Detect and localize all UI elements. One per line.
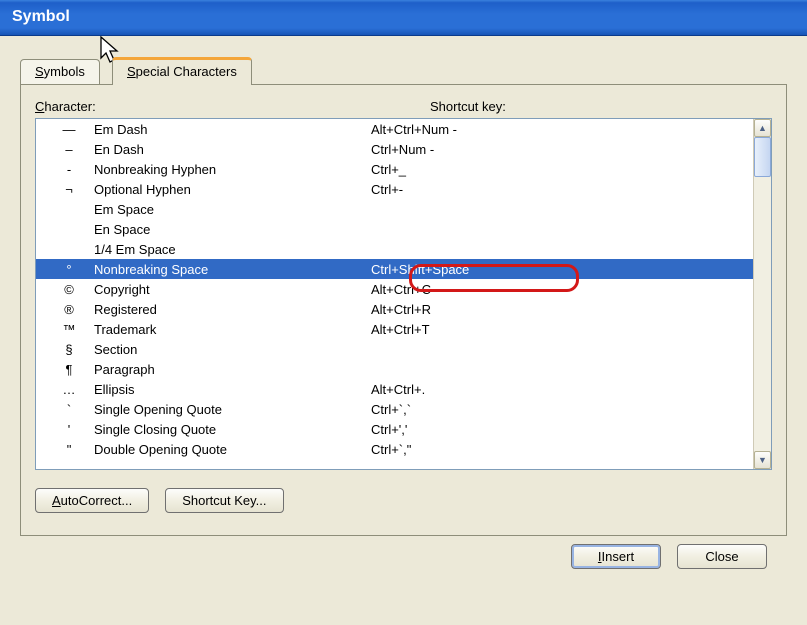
scroll-thumb[interactable] bbox=[754, 137, 771, 177]
window-title: Symbol bbox=[12, 8, 70, 25]
symbol-glyph: ¶ bbox=[44, 362, 94, 377]
symbol-name: En Dash bbox=[94, 142, 371, 157]
header-character: Character: bbox=[35, 99, 430, 114]
symbol-glyph: - bbox=[44, 162, 94, 177]
tab-panel: Character: Shortcut key: —Em DashAlt+Ctr… bbox=[20, 84, 787, 536]
list-item[interactable]: ¬Optional HyphenCtrl+- bbox=[36, 179, 753, 199]
symbol-glyph: § bbox=[44, 342, 94, 357]
list-item[interactable]: "Double Opening QuoteCtrl+`," bbox=[36, 439, 753, 459]
symbol-name: Double Opening Quote bbox=[94, 442, 371, 457]
list-item[interactable]: En Space bbox=[36, 219, 753, 239]
close-button[interactable]: Close bbox=[677, 544, 767, 569]
symbol-name: Copyright bbox=[94, 282, 371, 297]
symbol-name: Single Opening Quote bbox=[94, 402, 371, 417]
shortcut-key: Alt+Ctrl+C bbox=[371, 282, 753, 297]
list-item[interactable]: Em Space bbox=[36, 199, 753, 219]
list-item[interactable]: 1/4 Em Space bbox=[36, 239, 753, 259]
tab-special-characters[interactable]: Special Characters bbox=[112, 57, 252, 85]
list-item[interactable]: -Nonbreaking HyphenCtrl+_ bbox=[36, 159, 753, 179]
symbol-name: Em Space bbox=[94, 202, 371, 217]
scroll-track[interactable] bbox=[754, 177, 771, 451]
shortcut-key: Ctrl+- bbox=[371, 182, 753, 197]
list-item[interactable]: ©CopyrightAlt+Ctrl+C bbox=[36, 279, 753, 299]
symbol-glyph: — bbox=[44, 122, 94, 137]
header-shortcut: Shortcut key: bbox=[430, 99, 506, 114]
list-item[interactable]: `Single Opening QuoteCtrl+`,` bbox=[36, 399, 753, 419]
shortcut-key: Alt+Ctrl+Num - bbox=[371, 122, 753, 137]
symbol-name: Single Closing Quote bbox=[94, 422, 371, 437]
symbol-glyph: ™ bbox=[44, 322, 94, 337]
list-item[interactable]: ™TrademarkAlt+Ctrl+T bbox=[36, 319, 753, 339]
tab-strip: Symbols Special Characters bbox=[20, 56, 787, 84]
list-item[interactable]: 'Single Closing QuoteCtrl+',' bbox=[36, 419, 753, 439]
titlebar: Symbol bbox=[0, 0, 807, 36]
scrollbar[interactable]: ▲ ▼ bbox=[753, 119, 771, 469]
scroll-up-button[interactable]: ▲ bbox=[754, 119, 771, 137]
symbol-glyph: ° bbox=[44, 262, 94, 277]
symbol-glyph: " bbox=[44, 442, 94, 457]
shortcut-key: Alt+Ctrl+T bbox=[371, 322, 753, 337]
list-item[interactable]: —Em DashAlt+Ctrl+Num - bbox=[36, 119, 753, 139]
list-item[interactable]: –En DashCtrl+Num - bbox=[36, 139, 753, 159]
shortcut-key: Ctrl+`," bbox=[371, 442, 753, 457]
shortcut-key: Ctrl+Num - bbox=[371, 142, 753, 157]
symbol-name: 1/4 Em Space bbox=[94, 242, 371, 257]
list-item[interactable]: °Nonbreaking SpaceCtrl+Shift+Space bbox=[36, 259, 753, 279]
symbol-glyph: ¬ bbox=[44, 182, 94, 197]
symbol-name: Registered bbox=[94, 302, 371, 317]
shortcut-key: Ctrl+',' bbox=[371, 422, 753, 437]
symbol-glyph: © bbox=[44, 282, 94, 297]
symbol-glyph: ® bbox=[44, 302, 94, 317]
shortcut-key: Alt+Ctrl+R bbox=[371, 302, 753, 317]
list-item[interactable]: ¶Paragraph bbox=[36, 359, 753, 379]
shortcut-key: Ctrl+`,` bbox=[371, 402, 753, 417]
tab-symbols[interactable]: Symbols bbox=[20, 59, 100, 84]
symbol-name: Optional Hyphen bbox=[94, 182, 371, 197]
symbol-name: En Space bbox=[94, 222, 371, 237]
symbol-glyph: ' bbox=[44, 422, 94, 437]
column-headers: Character: Shortcut key: bbox=[35, 99, 772, 114]
shortcut-key: Alt+Ctrl+. bbox=[371, 382, 753, 397]
scroll-down-button[interactable]: ▼ bbox=[754, 451, 771, 469]
autocorrect-button[interactable]: AutoCorrect... bbox=[35, 488, 149, 513]
symbol-glyph: … bbox=[44, 382, 94, 397]
shortcut-key-button[interactable]: Shortcut Key... bbox=[165, 488, 283, 513]
symbol-name: Em Dash bbox=[94, 122, 371, 137]
character-listbox[interactable]: —Em DashAlt+Ctrl+Num -–En DashCtrl+Num -… bbox=[35, 118, 772, 470]
symbol-name: Nonbreaking Hyphen bbox=[94, 162, 371, 177]
symbol-name: Nonbreaking Space bbox=[94, 262, 371, 277]
shortcut-key: Ctrl+_ bbox=[371, 162, 753, 177]
symbol-glyph: – bbox=[44, 142, 94, 157]
shortcut-key: Ctrl+Shift+Space bbox=[371, 262, 753, 277]
symbol-name: Paragraph bbox=[94, 362, 371, 377]
insert-button[interactable]: IInsert bbox=[571, 544, 661, 569]
symbol-glyph: ` bbox=[44, 402, 94, 417]
list-item[interactable]: …EllipsisAlt+Ctrl+. bbox=[36, 379, 753, 399]
symbol-name: Trademark bbox=[94, 322, 371, 337]
list-item[interactable]: ®RegisteredAlt+Ctrl+R bbox=[36, 299, 753, 319]
list-item[interactable]: §Section bbox=[36, 339, 753, 359]
symbol-name: Section bbox=[94, 342, 371, 357]
symbol-name: Ellipsis bbox=[94, 382, 371, 397]
